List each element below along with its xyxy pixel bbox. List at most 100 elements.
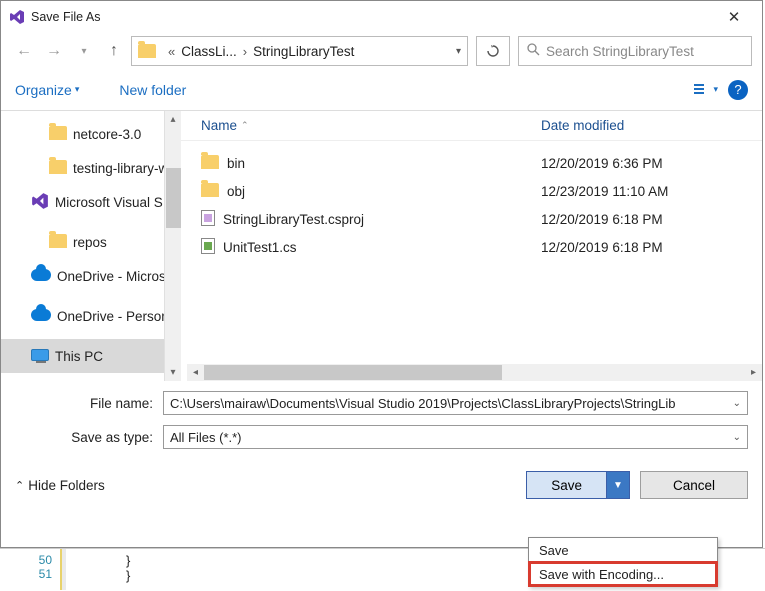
- tree-item[interactable]: OneDrive - Person: [1, 299, 181, 333]
- recent-dropdown[interactable]: ▾: [71, 38, 97, 64]
- folder-icon: [49, 234, 67, 251]
- scroll-right-icon[interactable]: ▸: [745, 367, 762, 378]
- column-date[interactable]: Date modified: [541, 118, 624, 133]
- tree-item[interactable]: OneDrive - Micros: [1, 259, 181, 293]
- scroll-left-icon[interactable]: ◂: [187, 367, 204, 378]
- tree-item-label: repos: [73, 235, 107, 250]
- tree-item[interactable]: Microsoft Visual S: [1, 185, 181, 219]
- hscroll-thumb[interactable]: [204, 365, 502, 380]
- toolbar: Organize ▾ New folder ▾ ?: [1, 69, 762, 111]
- tree-scrollbar[interactable]: ▴ ▾: [164, 111, 181, 381]
- back-button[interactable]: ←: [11, 38, 37, 64]
- chevron-down-icon: ▾: [75, 84, 80, 95]
- filename-input[interactable]: C:\Users\mairaw\Documents\Visual Studio …: [163, 391, 748, 415]
- folder-icon: [49, 160, 67, 177]
- address-dropdown[interactable]: ▾: [456, 46, 461, 57]
- file-date: 12/20/2019 6:36 PM: [541, 156, 663, 171]
- crumb-2[interactable]: StringLibraryTest: [253, 44, 354, 59]
- saveastype-dropdown-icon[interactable]: ⌄: [733, 432, 741, 443]
- menu-item[interactable]: Save with Encoding...: [529, 562, 717, 586]
- tree-item-label: netcore-3.0: [73, 127, 141, 142]
- filename-value: C:\Users\mairaw\Documents\Visual Studio …: [170, 396, 676, 411]
- cloud-icon: [31, 309, 51, 324]
- file-name: obj: [227, 184, 245, 199]
- tree-item[interactable]: This PC: [1, 339, 181, 373]
- saveastype-value: All Files (*.*): [170, 430, 242, 445]
- view-button[interactable]: ▾: [694, 83, 718, 96]
- folder-icon: [49, 126, 67, 143]
- tree-item-label: OneDrive - Person: [57, 309, 169, 324]
- titlebar: Save File As ✕: [1, 1, 762, 33]
- file-row[interactable]: obj 12/23/2019 11:10 AM: [201, 177, 762, 205]
- crumb-1[interactable]: ClassLi...: [181, 44, 237, 59]
- cancel-button[interactable]: Cancel: [640, 471, 748, 499]
- content-area: netcore-3.0 testing-library-w Microsoft Vi…: [1, 111, 762, 381]
- vs-logo-icon: [9, 9, 25, 25]
- file-name: UnitTest1.cs: [223, 240, 297, 255]
- file-name: bin: [227, 156, 245, 171]
- file-hscrollbar[interactable]: ◂ ▸: [187, 364, 762, 381]
- code-text: } }: [66, 549, 130, 590]
- nav-row: ← → ▾ ↑ « ClassLi... › StringLibraryTest…: [1, 33, 762, 69]
- close-button[interactable]: ✕: [714, 8, 754, 26]
- crumb-prefix: «: [168, 44, 175, 59]
- tree-item-label: This PC: [55, 349, 103, 364]
- menu-item[interactable]: Save: [529, 538, 717, 562]
- new-folder-button[interactable]: New folder: [119, 82, 186, 98]
- hide-folders-button[interactable]: ⌃ Hide Folders: [15, 478, 105, 493]
- save-file-dialog: Save File As ✕ ← → ▾ ↑ « ClassLi... › St…: [0, 0, 763, 548]
- cs-icon: [201, 238, 215, 257]
- tree-item[interactable]: repos: [1, 225, 181, 259]
- file-row[interactable]: UnitTest1.cs 12/20/2019 6:18 PM: [201, 233, 762, 261]
- file-list: Name ⌃ Date modified bin 12/20/2019 6:36 …: [181, 111, 762, 381]
- window-title: Save File As: [31, 10, 714, 24]
- scroll-up-icon[interactable]: ▴: [165, 111, 181, 128]
- scroll-down-icon[interactable]: ▾: [165, 364, 181, 381]
- tree-item[interactable]: netcore-3.0: [1, 117, 181, 151]
- file-row[interactable]: bin 12/20/2019 6:36 PM: [201, 149, 762, 177]
- saveastype-select[interactable]: All Files (*.*) ⌄: [163, 425, 748, 449]
- search-input[interactable]: Search StringLibraryTest: [518, 36, 752, 66]
- tree-item[interactable]: testing-library-w: [1, 151, 181, 185]
- csproj-icon: [201, 210, 215, 229]
- fields: File name: C:\Users\mairaw\Documents\Vis…: [1, 381, 762, 463]
- folder-icon: [201, 155, 219, 172]
- save-button[interactable]: Save: [527, 472, 607, 498]
- address-bar[interactable]: « ClassLi... › StringLibraryTest ▾: [131, 36, 468, 66]
- up-button[interactable]: ↑: [101, 38, 127, 64]
- file-date: 12/20/2019 6:18 PM: [541, 212, 663, 227]
- search-placeholder: Search StringLibraryTest: [546, 44, 694, 59]
- forward-button: →: [41, 38, 67, 64]
- scroll-thumb[interactable]: [166, 168, 181, 228]
- column-name[interactable]: Name ⌃: [201, 118, 541, 133]
- save-dropdown-menu: SaveSave with Encoding...: [528, 537, 718, 587]
- folder-tree[interactable]: netcore-3.0 testing-library-w Microsoft Vi…: [1, 111, 181, 381]
- chevron-down-icon: ▾: [713, 84, 718, 95]
- save-split-button[interactable]: Save ▼: [526, 471, 630, 499]
- file-date: 12/20/2019 6:18 PM: [541, 240, 663, 255]
- file-name: StringLibraryTest.csproj: [223, 212, 364, 227]
- line-gutter: 50 51: [0, 549, 60, 590]
- folder-icon: [201, 183, 219, 200]
- tree-item-label: Microsoft Visual S: [55, 195, 163, 210]
- organize-button[interactable]: Organize ▾: [15, 82, 79, 98]
- column-headers: Name ⌃ Date modified: [181, 111, 762, 141]
- cloud-icon: [31, 269, 51, 284]
- help-button[interactable]: ?: [728, 80, 748, 100]
- vs-icon: [31, 192, 49, 213]
- tree-item-label: testing-library-w: [73, 161, 168, 176]
- filename-dropdown-icon[interactable]: ⌄: [733, 398, 741, 409]
- sort-icon: ⌃: [241, 120, 249, 131]
- pc-icon: [31, 349, 49, 364]
- chevron-right-icon[interactable]: ›: [243, 44, 247, 59]
- save-dropdown-button[interactable]: ▼: [607, 472, 629, 498]
- saveastype-label: Save as type:: [15, 430, 163, 445]
- folder-icon: [138, 44, 156, 58]
- tree-item-label: OneDrive - Micros: [57, 269, 166, 284]
- chevron-up-icon: ⌃: [15, 479, 24, 492]
- file-date: 12/23/2019 11:10 AM: [541, 184, 668, 199]
- refresh-button[interactable]: [476, 36, 510, 66]
- file-row[interactable]: StringLibraryTest.csproj 12/20/2019 6:18 …: [201, 205, 762, 233]
- filename-label: File name:: [15, 396, 163, 411]
- hide-folders-label: Hide Folders: [28, 478, 105, 493]
